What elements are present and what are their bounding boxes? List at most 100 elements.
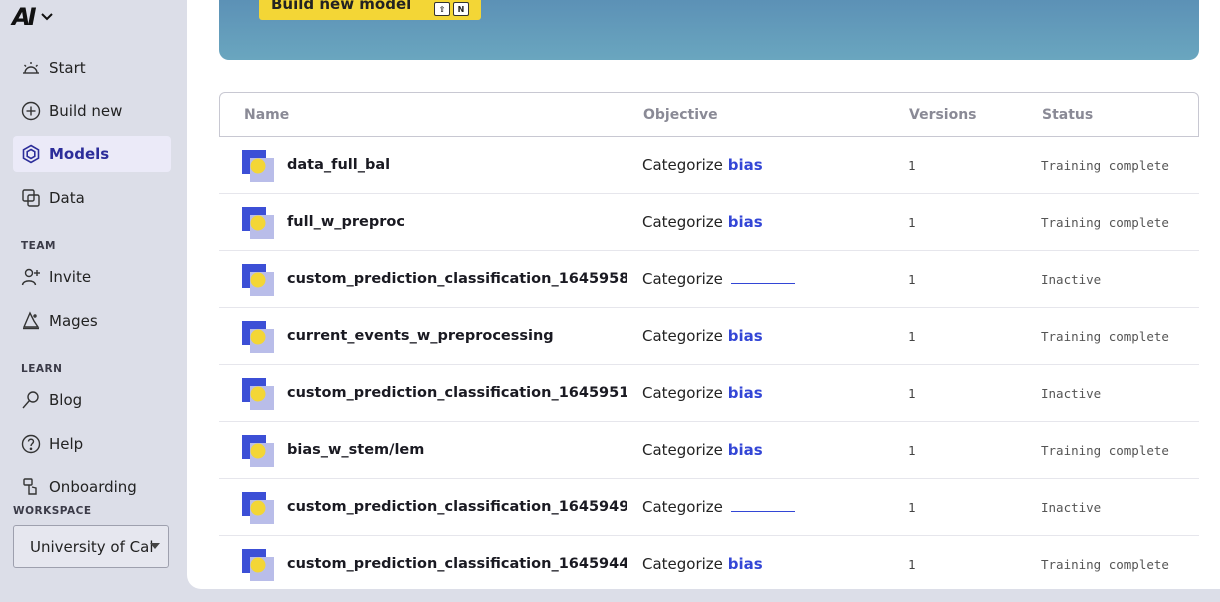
bottom-strip xyxy=(0,589,1220,602)
sidebar-item-label: Onboarding xyxy=(49,478,137,496)
model-name[interactable]: custom_prediction_classification_1645944… xyxy=(287,536,627,593)
objective-keyword[interactable]: bias xyxy=(728,555,763,573)
chevron-down-icon xyxy=(40,13,53,21)
sidebar-item-label: Mages xyxy=(49,312,98,330)
model-objective: Categorize xyxy=(642,479,795,536)
keyboard-shortcut: ⇧ N xyxy=(431,2,469,16)
sidebar-item-help[interactable]: Help xyxy=(13,426,171,462)
question-circle-icon xyxy=(20,433,42,455)
model-name[interactable]: custom_prediction_classification_1645958… xyxy=(287,251,627,308)
hand-pointer-icon xyxy=(20,476,42,498)
sidebar-item-start[interactable]: Start xyxy=(13,50,171,86)
sidebar-item-models[interactable]: Models xyxy=(13,136,171,172)
model-name[interactable]: current_events_w_preprocessing xyxy=(287,308,554,365)
objective-blank[interactable] xyxy=(730,497,795,512)
section-label-workspace: WORKSPACE xyxy=(13,505,92,517)
model-icon xyxy=(242,321,274,353)
table-row[interactable]: custom_prediction_classification_1645951… xyxy=(219,365,1199,422)
model-icon xyxy=(242,150,274,182)
objective-prefix: Categorize xyxy=(642,384,723,402)
model-objective: Categorize bias xyxy=(642,137,763,194)
workspace-value: University of Cal xyxy=(30,537,154,556)
sidebar-item-onboarding[interactable]: Onboarding xyxy=(13,469,171,505)
plus-circle-icon xyxy=(20,100,42,122)
objective-prefix: Categorize xyxy=(642,156,723,174)
model-versions: 1 xyxy=(908,500,916,515)
sidebar-item-data[interactable]: Data xyxy=(13,180,171,216)
model-status: Training complete xyxy=(1041,329,1169,344)
table-body: data_full_bal Categorize bias 1 Training co… xyxy=(219,137,1199,593)
model-objective: Categorize xyxy=(642,251,795,308)
table-row[interactable]: custom_prediction_classification_1645944… xyxy=(219,536,1199,593)
table-row[interactable]: custom_prediction_classification_1645949… xyxy=(219,479,1199,536)
objective-keyword[interactable]: bias xyxy=(728,327,763,345)
build-new-model-button[interactable]: Build new model ⇧ N xyxy=(259,0,481,20)
layers-icon xyxy=(20,187,42,209)
magic-wand-icon xyxy=(20,389,42,411)
model-versions: 1 xyxy=(908,329,916,344)
table-row[interactable]: custom_prediction_classification_1645958… xyxy=(219,251,1199,308)
shift-key-icon: ⇧ xyxy=(434,2,450,16)
model-icon xyxy=(242,549,274,581)
logo-text: AI xyxy=(12,3,36,31)
objective-prefix: Categorize xyxy=(642,327,723,345)
model-versions: 1 xyxy=(908,158,916,173)
model-status: Training complete xyxy=(1041,215,1169,230)
model-versions: 1 xyxy=(908,272,916,287)
header-name[interactable]: Name xyxy=(244,107,289,123)
model-versions: 1 xyxy=(908,443,916,458)
model-name[interactable]: full_w_preproc xyxy=(287,194,405,251)
sidebar-item-label: Help xyxy=(49,435,84,453)
objective-blank[interactable] xyxy=(730,269,795,284)
model-name[interactable]: custom_prediction_classification_1645949… xyxy=(287,479,627,536)
model-versions: 1 xyxy=(908,557,916,572)
objective-prefix: Categorize xyxy=(642,498,723,516)
caret-down-icon xyxy=(150,543,160,549)
model-icon xyxy=(242,207,274,239)
model-objective: Categorize bias xyxy=(642,365,763,422)
model-versions: 1 xyxy=(908,386,916,401)
main-panel: Build new model ⇧ N Name Objective Versi… xyxy=(187,0,1220,593)
brand-logo[interactable]: AI xyxy=(12,3,54,31)
sidebar-item-blog[interactable]: Blog xyxy=(13,382,171,418)
sidebar-item-invite[interactable]: Invite xyxy=(13,259,171,295)
sidebar-item-build-new[interactable]: Build new xyxy=(13,93,171,129)
model-icon xyxy=(242,435,274,467)
table-row[interactable]: full_w_preproc Categorize bias 1 Training c… xyxy=(219,194,1199,251)
model-icon xyxy=(242,264,274,296)
header-status[interactable]: Status xyxy=(1042,107,1093,123)
model-status: Inactive xyxy=(1041,272,1102,287)
table-row[interactable]: bias_w_stem/lem Categorize bias 1 Training … xyxy=(219,422,1199,479)
sidebar-item-mages[interactable]: Mages xyxy=(13,303,171,339)
section-label-team: TEAM xyxy=(21,240,56,252)
model-name[interactable]: bias_w_stem/lem xyxy=(287,422,424,479)
build-new-model-label: Build new model xyxy=(271,0,412,13)
model-name[interactable]: data_full_bal xyxy=(287,137,390,194)
objective-prefix: Categorize xyxy=(642,441,723,459)
section-label-learn: LEARN xyxy=(21,363,63,375)
objective-keyword[interactable]: bias xyxy=(728,156,763,174)
objective-keyword[interactable]: bias xyxy=(728,384,763,402)
n-key: N xyxy=(453,2,469,16)
objective-keyword[interactable]: bias xyxy=(728,213,763,231)
sidebar-item-label: Data xyxy=(49,189,85,207)
sidebar: AI Start Build new Models Data TEAM Invi… xyxy=(0,0,187,602)
model-icon xyxy=(242,492,274,524)
header-objective[interactable]: Objective xyxy=(643,107,718,123)
objective-keyword[interactable]: bias xyxy=(728,441,763,459)
model-name[interactable]: custom_prediction_classification_1645951… xyxy=(287,365,627,422)
model-versions: 1 xyxy=(908,215,916,230)
sidebar-item-label: Blog xyxy=(49,391,83,409)
objective-prefix: Categorize xyxy=(642,270,723,288)
sidebar-item-label: Models xyxy=(49,145,110,163)
table-header: Name Objective Versions Status xyxy=(219,92,1199,137)
user-plus-icon xyxy=(20,266,42,288)
table-row[interactable]: current_events_w_preprocessing Categorize… xyxy=(219,308,1199,365)
wizard-hat-icon xyxy=(20,310,42,332)
header-versions[interactable]: Versions xyxy=(909,107,977,123)
models-table: Name Objective Versions Status data_full… xyxy=(219,92,1199,593)
sun-icon xyxy=(20,57,42,79)
workspace-select[interactable]: University of Cal xyxy=(13,525,169,568)
table-row[interactable]: data_full_bal Categorize bias 1 Training co… xyxy=(219,137,1199,194)
model-objective: Categorize bias xyxy=(642,422,763,479)
